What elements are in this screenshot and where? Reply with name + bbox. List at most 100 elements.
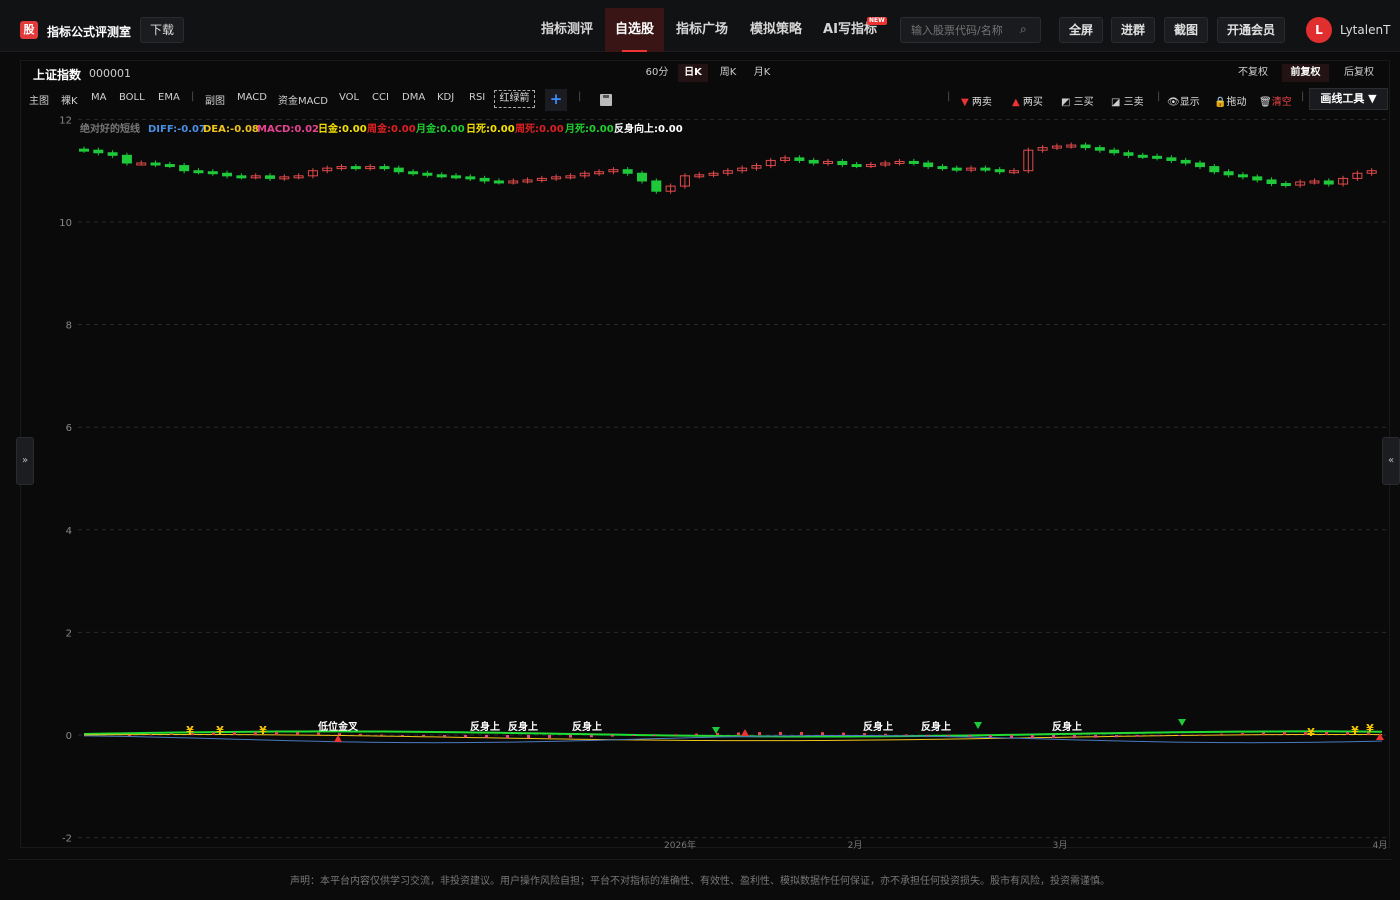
search-icon[interactable]: ⌕ — [1020, 22, 1027, 37]
pencil-icon: ◩ — [1061, 97, 1071, 108]
period-daily[interactable]: 日K — [678, 64, 708, 82]
tab-ema[interactable]: EMA — [158, 92, 180, 103]
eye-icon: 👁 — [1167, 97, 1180, 108]
macd-bar — [863, 733, 866, 735]
macd-bar — [926, 735, 929, 736]
macd-bar — [1325, 731, 1328, 735]
three-sell-tool[interactable]: ◪ 三卖 — [1111, 93, 1144, 108]
macd-bar — [1283, 732, 1286, 735]
macd-bar — [989, 735, 992, 738]
add-indicator-button[interactable]: + — [545, 89, 567, 111]
show-toggle[interactable]: 👁显示 — [1167, 93, 1200, 108]
tab-vol[interactable]: VOL — [339, 92, 359, 103]
candle-body — [1094, 147, 1105, 151]
candle-body — [808, 159, 819, 164]
macd-bar — [758, 732, 761, 735]
sell-signal-marker — [1178, 719, 1186, 726]
vip-button[interactable]: 开通会员 — [1217, 17, 1285, 43]
candle-body — [479, 177, 490, 182]
candle-body — [265, 175, 275, 179]
tab-macd[interactable]: MACD — [237, 92, 267, 103]
y-tick-label: 10 — [59, 218, 72, 229]
macd-bar — [800, 731, 803, 735]
nav-indicator-plaza[interactable]: 指标广场 — [666, 8, 738, 52]
candle-body — [93, 149, 104, 154]
macd-bar — [590, 735, 593, 738]
tab-bare-k[interactable]: 裸K — [61, 92, 78, 107]
x-tick-label: 4月 — [1373, 840, 1388, 850]
macd-bar — [527, 735, 530, 739]
nav-simulated-strategy[interactable]: 模拟策略 — [740, 8, 812, 52]
buy-signal-marker — [1376, 733, 1384, 740]
tab-rsi[interactable]: RSI — [469, 92, 485, 103]
candle-body — [651, 180, 662, 192]
legend-item: MACD:0.02 — [257, 124, 319, 135]
app-logo: 股 — [20, 21, 38, 39]
candle-body — [1152, 155, 1163, 159]
two-sell-tool[interactable]: ▼ 两卖 — [961, 93, 992, 108]
tab-cci[interactable]: CCI — [372, 92, 389, 103]
signal-annotation: 反身上 — [572, 720, 602, 733]
tab-dma[interactable]: DMA — [402, 92, 425, 103]
save-icon[interactable] — [600, 94, 612, 106]
macd-bar — [968, 735, 971, 737]
candle-body — [1195, 162, 1205, 168]
tab-red-green-arrow[interactable]: 红绿箭 — [494, 90, 535, 108]
y-tick-label: 4 — [66, 526, 72, 537]
macd-bar — [779, 731, 782, 735]
buy-marker: ¥ — [259, 724, 267, 737]
drag-toggle[interactable]: 🔒拖动 — [1214, 93, 1246, 108]
candle-body — [408, 171, 419, 175]
candle-body — [436, 174, 447, 178]
clear-button[interactable]: 🗑清空 — [1259, 93, 1292, 108]
tab-sub-chart[interactable]: 副图 — [205, 92, 225, 107]
separator: | — [1301, 91, 1305, 102]
macd-bar — [380, 734, 383, 736]
adjust-none[interactable]: 不复权 — [1233, 64, 1273, 82]
macd-bar — [170, 733, 173, 735]
macd-bar — [1178, 735, 1181, 736]
user-avatar[interactable]: L — [1306, 17, 1332, 43]
adjust-forward[interactable]: 前复权 — [1282, 64, 1329, 82]
period-60min[interactable]: 60分 — [642, 64, 672, 82]
screenshot-button[interactable]: 截图 — [1164, 17, 1208, 43]
macd-bar — [506, 735, 509, 739]
nav-indicator-review[interactable]: 指标测评 — [528, 8, 606, 52]
tab-boll[interactable]: BOLL — [119, 92, 145, 103]
two-buy-tool[interactable]: ▲ 两买 — [1012, 93, 1043, 108]
adjust-backward[interactable]: 后复权 — [1338, 64, 1380, 82]
buy-marker: ¥ — [216, 724, 224, 737]
buy-signal-marker — [334, 735, 342, 742]
candle-body — [207, 171, 218, 175]
separator: | — [947, 91, 951, 102]
kline-chart[interactable]: 12 10 8 6 4 2 0 -2 2026年 2月 3月 4月 绝对好的短线 DIFF:-0.07DE… — [20, 112, 1390, 850]
download-button[interactable]: 下载 — [140, 17, 184, 43]
fullscreen-button[interactable]: 全屏 — [1059, 17, 1103, 43]
macd-bar — [842, 732, 845, 735]
candle-body — [493, 180, 504, 184]
up-triangle-icon: ▲ — [1012, 97, 1020, 108]
macd-bar — [653, 735, 656, 736]
nav-watchlist[interactable]: 自选股 — [605, 8, 664, 52]
macd-bar — [632, 735, 635, 736]
user-name[interactable]: LytalenT — [1340, 23, 1390, 37]
period-weekly[interactable]: 周K — [713, 64, 743, 82]
nav-ai-indicator[interactable]: AI写指标 — [814, 8, 886, 52]
draw-tool-dropdown[interactable]: 画线工具 ▼ — [1309, 88, 1388, 110]
tab-ma[interactable]: MA — [91, 92, 106, 103]
macd-bar — [275, 731, 278, 735]
legend-item: DEA:-0.08 — [203, 124, 259, 135]
legend-item: 月死:0.00 — [564, 123, 614, 135]
macd-bar — [485, 735, 488, 738]
top-navbar: 股 指标公式评测室 下载 指标测评 自选股 指标广场 模拟策略 AI写指标 NE… — [0, 0, 1400, 52]
candle-body — [164, 164, 175, 168]
join-group-button[interactable]: 进群 — [1111, 17, 1155, 43]
three-buy-tool[interactable]: ◩ 三买 — [1061, 93, 1094, 108]
tab-fund-macd[interactable]: 资金MACD — [278, 92, 328, 107]
candle-body — [637, 172, 647, 182]
period-monthly[interactable]: 月K — [747, 64, 777, 82]
candle-body — [121, 154, 132, 164]
tab-kdj[interactable]: KDJ — [437, 92, 454, 103]
candle-body — [1223, 171, 1234, 176]
tab-main-chart[interactable]: 主图 — [29, 92, 49, 107]
